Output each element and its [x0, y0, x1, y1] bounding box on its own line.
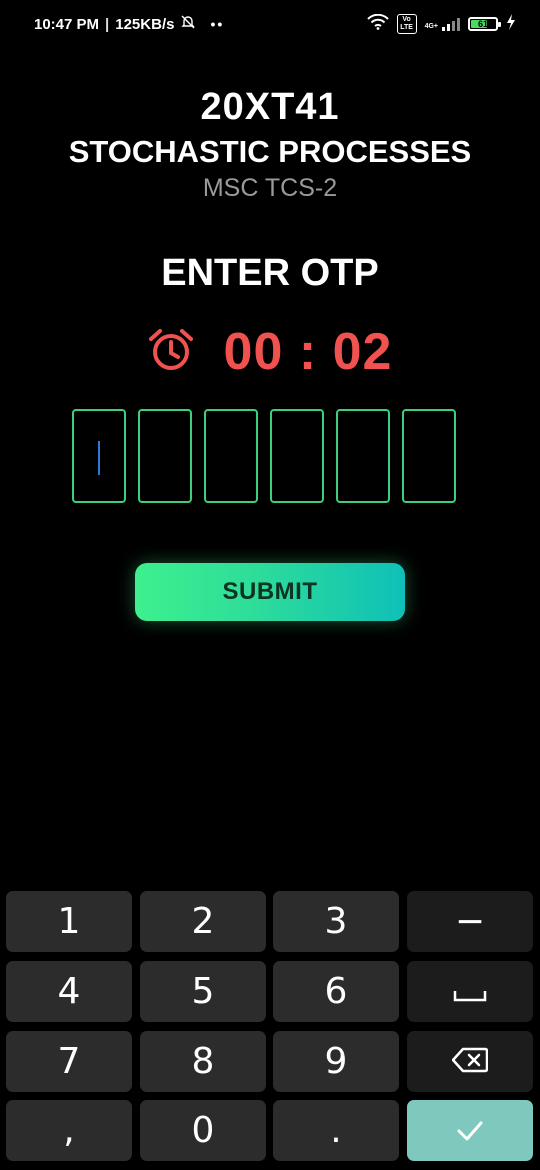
key-period[interactable]: .	[273, 1100, 399, 1161]
submit-button[interactable]: SUBMIT	[135, 563, 405, 621]
otp-digit-4[interactable]	[270, 409, 324, 503]
status-left: 10:47 PM | 125KB/s ••	[34, 14, 224, 34]
status-bar: 10:47 PM | 125KB/s •• Vo LTE 4G+ 61	[0, 0, 540, 48]
numeric-keyboard: 1 2 3 − 4 5 6 7 8 9 , 0 .	[0, 885, 540, 1170]
battery-icon: 61	[468, 17, 501, 31]
battery-level: 61	[477, 19, 488, 29]
backspace-icon	[451, 1041, 489, 1082]
key-done[interactable]	[407, 1100, 533, 1161]
key-comma[interactable]: ,	[6, 1100, 132, 1161]
status-right: Vo LTE 4G+ 61	[366, 13, 516, 34]
otp-digit-6[interactable]	[402, 409, 456, 503]
key-2[interactable]: 2	[140, 891, 266, 952]
otp-digit-3[interactable]	[204, 409, 258, 503]
wifi-icon	[366, 13, 389, 34]
checkmark-icon	[456, 1110, 484, 1151]
key-7[interactable]: 7	[6, 1031, 132, 1092]
network-type: 4G+	[424, 23, 438, 30]
key-1[interactable]: 1	[6, 891, 132, 952]
countdown-timer: 00 : 02	[223, 323, 393, 381]
key-8[interactable]: 8	[140, 1031, 266, 1092]
otp-input-group	[72, 409, 456, 503]
key-5[interactable]: 5	[140, 961, 266, 1022]
status-separator: |	[105, 15, 110, 33]
clock: 10:47 PM	[34, 15, 100, 33]
otp-title: ENTER OTP	[161, 252, 379, 294]
otp-digit-5[interactable]	[336, 409, 390, 503]
space-icon	[453, 971, 487, 1012]
key-3[interactable]: 3	[273, 891, 399, 952]
key-9[interactable]: 9	[273, 1031, 399, 1092]
alarm-clock-icon	[148, 327, 194, 378]
course-name: STOCHASTIC PROCESSES	[68, 134, 472, 169]
key-minus[interactable]: −	[407, 891, 533, 952]
course-code: 20XT41	[200, 86, 340, 128]
volte-icon: Vo LTE	[396, 14, 417, 34]
signal-icon: 4G+	[425, 17, 460, 31]
key-4[interactable]: 4	[6, 961, 132, 1022]
key-space[interactable]	[407, 961, 533, 1022]
network-speed: 125KB/s	[115, 15, 175, 33]
timer-row: 00 : 02	[0, 322, 540, 382]
text-cursor	[98, 441, 100, 475]
program-label: MSC TCS-2	[202, 174, 338, 202]
key-backspace[interactable]	[407, 1031, 533, 1092]
otp-digit-2[interactable]	[138, 409, 192, 503]
more-notifications-icon: ••	[210, 16, 225, 32]
key-0[interactable]: 0	[140, 1100, 266, 1161]
charging-icon	[506, 14, 516, 34]
key-6[interactable]: 6	[273, 961, 399, 1022]
otp-digit-1[interactable]	[72, 409, 126, 503]
alarm-off-icon	[180, 14, 196, 34]
